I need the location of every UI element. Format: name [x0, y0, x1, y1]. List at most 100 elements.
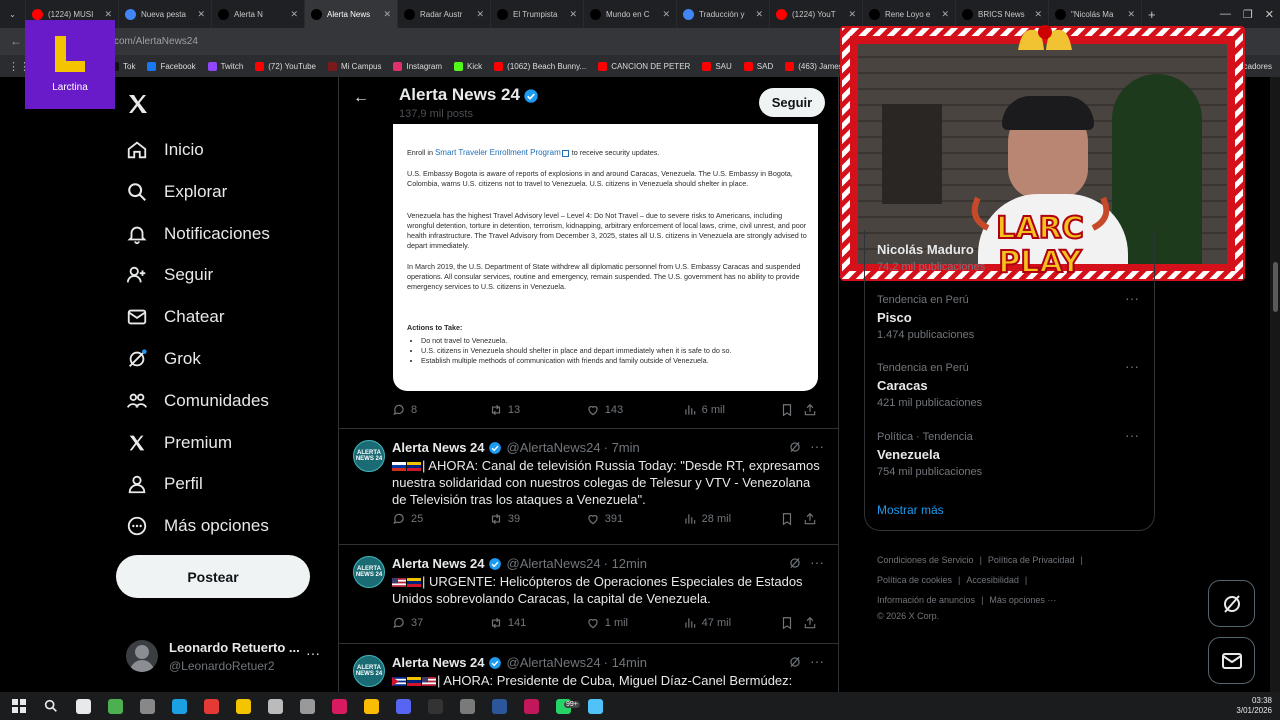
browser-tab[interactable]: Alerta N ✕: [212, 0, 305, 28]
nav-item-grok[interactable]: Grok: [124, 339, 201, 379]
nav-item-comunidades[interactable]: Comunidades: [124, 381, 269, 421]
repost-button[interactable]: 141: [489, 616, 586, 630]
file-explorer-icon[interactable]: [230, 696, 256, 716]
tweet-avatar[interactable]: ALERTA NEWS 24: [353, 440, 385, 472]
reply-button[interactable]: 25: [392, 512, 489, 526]
like-button[interactable]: 143: [586, 403, 683, 417]
messages-float-button[interactable]: [1208, 637, 1255, 684]
nav-item-inicio[interactable]: Inicio: [124, 130, 204, 170]
trend-more-icon[interactable]: ···: [1125, 358, 1139, 374]
start-button[interactable]: [6, 696, 32, 716]
reply-button[interactable]: 8: [392, 403, 489, 417]
app-gray-icon[interactable]: [294, 696, 320, 716]
repost-button[interactable]: 13: [489, 403, 586, 417]
browser-tab[interactable]: Nueva pesta ✕: [119, 0, 212, 28]
grok-float-button[interactable]: [1208, 580, 1255, 627]
share-button[interactable]: [803, 616, 827, 630]
close-window-button[interactable]: ✕: [1259, 0, 1280, 28]
maximize-button[interactable]: ❐: [1237, 0, 1259, 28]
footer-link[interactable]: Más opciones ···: [989, 595, 1056, 605]
browser-tab[interactable]: Traducción y ✕: [677, 0, 770, 28]
bookmark-overflow-label[interactable]: cadores: [1244, 62, 1272, 71]
trend-item[interactable]: Tendencia en Perú Caracas 421 mil publicac…: [864, 358, 1155, 430]
post-button[interactable]: Postear: [116, 555, 310, 598]
browser-tab[interactable]: Rene Loyo e ✕: [863, 0, 956, 28]
chrome-icon[interactable]: [358, 696, 384, 716]
tab-close-icon[interactable]: ✕: [569, 9, 577, 20]
nav-item-perfil[interactable]: Perfil: [124, 464, 203, 504]
app-red-icon[interactable]: [198, 696, 224, 716]
file-explorer-dup-icon[interactable]: [134, 696, 160, 716]
tab-close-icon[interactable]: ✕: [383, 9, 391, 20]
trend-more-icon[interactable]: ···: [1125, 290, 1139, 306]
url-text[interactable]: com/AlertaNews24: [114, 36, 198, 47]
calculator-icon[interactable]: [454, 696, 480, 716]
tweet-avatar[interactable]: ALERTA NEWS 24: [353, 655, 385, 687]
tweet-time[interactable]: · 12min: [604, 556, 647, 571]
nav-item-notificaciones[interactable]: Notificaciones: [124, 214, 270, 254]
views-button[interactable]: 28 mil: [683, 512, 780, 526]
tab-close-icon[interactable]: ✕: [104, 9, 112, 20]
browser-tab[interactable]: Mundo en C ✕: [584, 0, 677, 28]
account-switcher[interactable]: Leonardo Retuerto ... @LeonardoRetuer2 ·…: [116, 630, 326, 682]
browser-tab[interactable]: El Trumpista ✕: [491, 0, 584, 28]
footer-link[interactable]: Accesibilidad: [966, 575, 1019, 585]
browser-tab[interactable]: (1224) YouT ✕: [770, 0, 863, 28]
tab-search-dropdown[interactable]: ⌄: [0, 0, 26, 28]
grok-icon[interactable]: [788, 440, 802, 454]
trend-more-icon[interactable]: ···: [1125, 427, 1139, 443]
bookmark-button[interactable]: [780, 512, 804, 526]
nav-item-explorar[interactable]: Explorar: [124, 172, 227, 212]
show-more-link[interactable]: Mostrar más: [877, 503, 944, 517]
like-button[interactable]: 391: [586, 512, 683, 526]
taskbar-search-icon[interactable]: [38, 696, 64, 716]
tab-close-icon[interactable]: ✕: [476, 9, 484, 20]
grok-icon[interactable]: [788, 655, 802, 669]
tab-close-icon[interactable]: ✕: [197, 9, 205, 20]
back-arrow-icon[interactable]: ←: [10, 34, 22, 48]
nav-item-más-opciones[interactable]: Más opciones: [124, 506, 269, 546]
views-button[interactable]: 6 mil: [683, 403, 780, 417]
bookmark-item[interactable]: CANCION DE PETER: [598, 61, 690, 71]
bookmark-button[interactable]: [780, 403, 804, 417]
share-button[interactable]: [803, 512, 827, 526]
bookmark-button[interactable]: [780, 616, 804, 630]
bookmark-item[interactable]: Mi Campus: [328, 61, 381, 71]
nav-item-chatear[interactable]: Chatear: [124, 297, 224, 337]
tab-close-icon[interactable]: ✕: [1034, 9, 1042, 20]
tab-close-icon[interactable]: ✕: [755, 9, 763, 20]
app-blue-icon[interactable]: [582, 696, 608, 716]
minimize-button[interactable]: —: [1214, 0, 1237, 28]
tweet[interactable]: ALERTA NEWS 24 Alerta News 24 @AlertaNews2…: [339, 430, 838, 545]
tweet[interactable]: ALERTA NEWS 24 Alerta News 24 @AlertaNews2…: [339, 546, 838, 644]
footer-link[interactable]: Condiciones de Servicio: [877, 555, 974, 565]
bookmark-item[interactable]: Instagram: [393, 61, 442, 71]
views-button[interactable]: 47 mil: [683, 616, 780, 630]
task-view-icon[interactable]: [70, 696, 96, 716]
tweet-author-name[interactable]: Alerta News 24: [392, 440, 485, 455]
scrollbar-track[interactable]: [1270, 77, 1280, 692]
bookmark-item[interactable]: Facebook: [147, 61, 196, 71]
app-pink-icon[interactable]: [326, 696, 352, 716]
new-tab-button[interactable]: +: [1142, 0, 1162, 28]
footer-link[interactable]: Información de anuncios: [877, 595, 975, 605]
trend-item[interactable]: Tendencia en Perú Pisco 1.474 publicacione…: [864, 290, 1155, 362]
like-button[interactable]: 1 mil: [586, 616, 683, 630]
bookmark-item[interactable]: SAD: [743, 61, 773, 71]
bookmark-item[interactable]: Twitch: [207, 61, 243, 71]
tab-close-icon[interactable]: ✕: [662, 9, 670, 20]
nav-item-seguir[interactable]: Seguir: [124, 255, 213, 295]
nav-item-premium[interactable]: Premium: [124, 423, 232, 463]
tweet-more-icon[interactable]: ···: [810, 653, 824, 669]
tweet-time[interactable]: · 7min: [604, 440, 640, 455]
tweet-author-name[interactable]: Alerta News 24: [392, 556, 485, 571]
app-magenta-icon[interactable]: [518, 696, 544, 716]
tweet-handle[interactable]: @AlertaNews24: [507, 440, 601, 455]
app-arrow-icon[interactable]: [262, 696, 288, 716]
tab-close-icon[interactable]: ✕: [848, 9, 856, 20]
embedded-advisory-image[interactable]: Enroll in Smart Traveler Enrollment Prog…: [393, 124, 818, 391]
bookmark-item[interactable]: Kick: [454, 61, 482, 71]
bookmark-item[interactable]: (1062) Beach Bunny...: [494, 61, 586, 71]
discord-icon[interactable]: [390, 696, 416, 716]
whatsapp-icon[interactable]: 99+: [550, 696, 580, 716]
